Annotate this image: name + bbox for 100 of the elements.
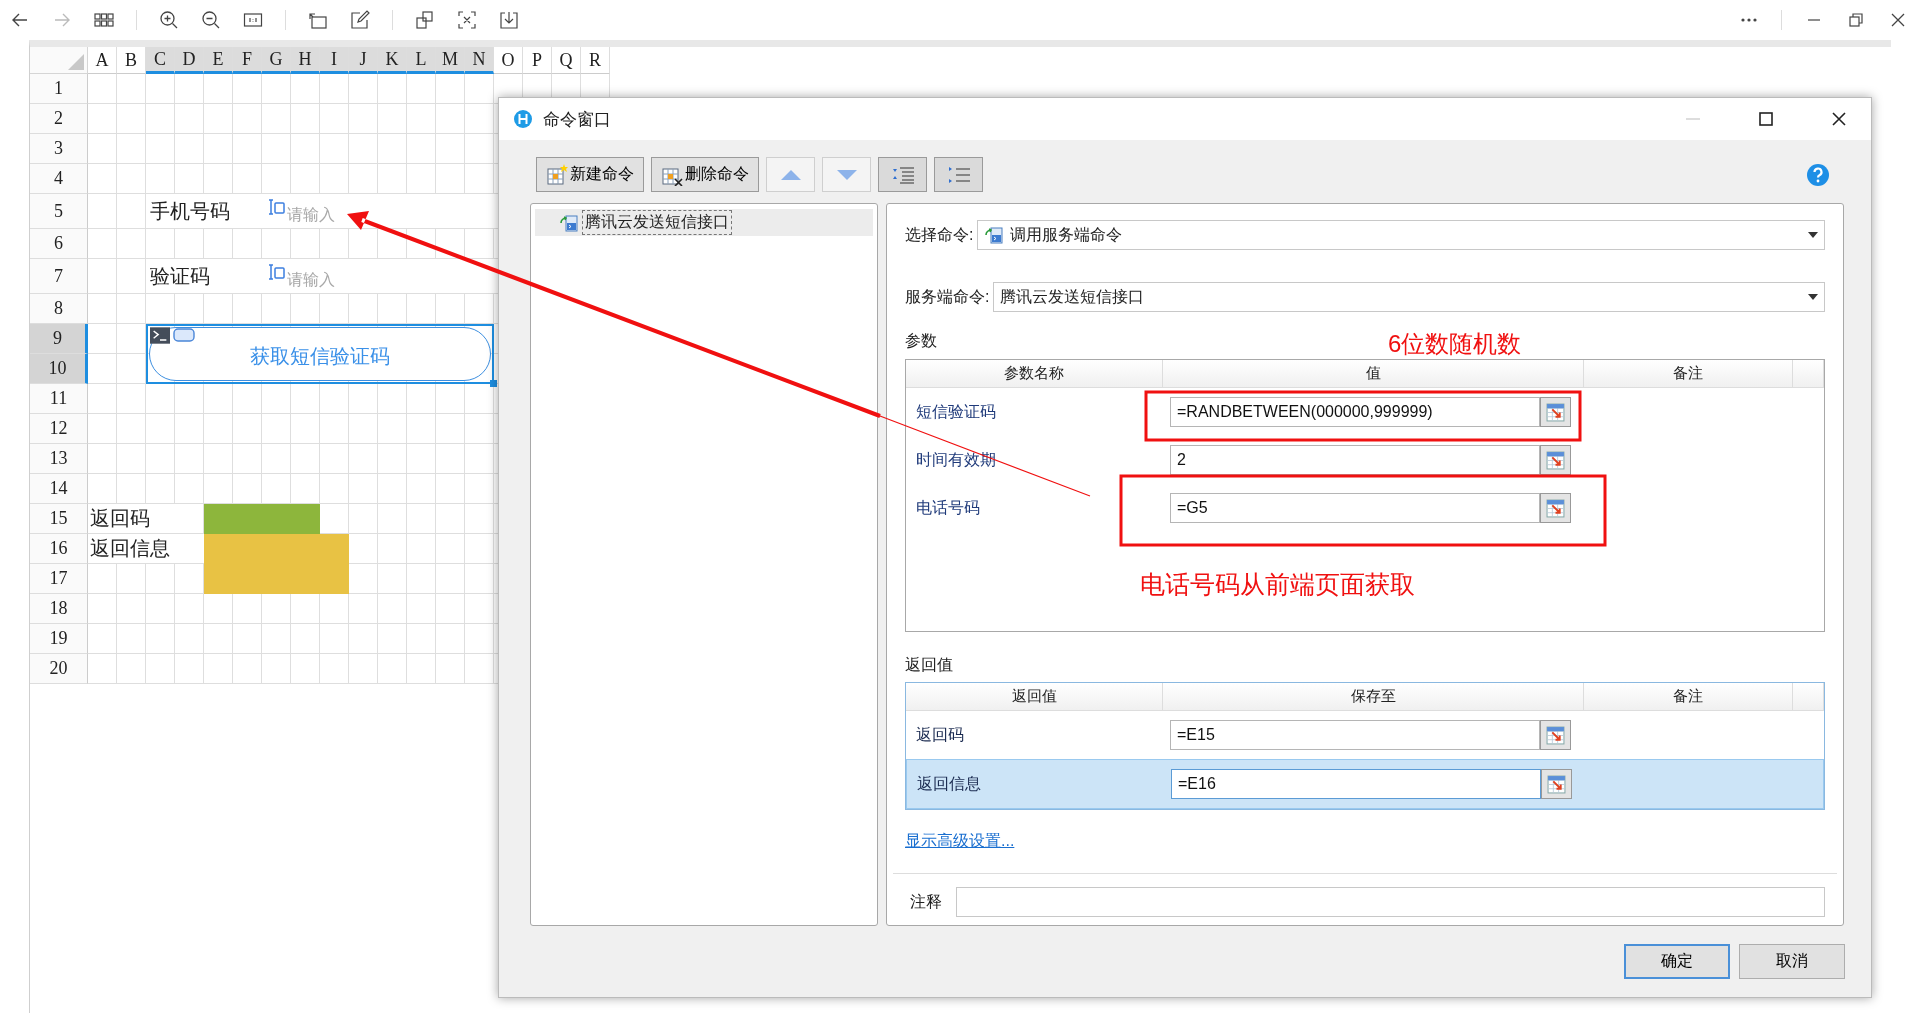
server-command-icon xyxy=(559,212,579,233)
row-header[interactable]: 8 xyxy=(30,294,88,324)
column-header[interactable]: M xyxy=(436,47,465,74)
row-header[interactable]: 16 xyxy=(30,534,88,564)
button-icon xyxy=(173,328,195,342)
column-header[interactable]: C xyxy=(146,47,175,74)
column-header: 保存至 xyxy=(1163,683,1584,710)
text-box-icon xyxy=(266,198,286,216)
list-icon xyxy=(946,165,971,184)
note-field[interactable] xyxy=(956,887,1825,917)
text-box-icon xyxy=(266,263,286,281)
return-name: 返回信息 xyxy=(916,773,982,794)
column-header[interactable]: E xyxy=(204,47,233,74)
server-command-dropdown[interactable]: 腾讯云发送短信接口 xyxy=(993,282,1825,312)
parameter-name: 短信验证码 xyxy=(915,401,997,422)
column-header[interactable]: R xyxy=(581,47,610,74)
cell-picker-button[interactable] xyxy=(1540,720,1571,750)
image-copy-icon[interactable] xyxy=(415,10,435,30)
cell-picker-button[interactable] xyxy=(1540,397,1571,427)
row-header[interactable]: 2 xyxy=(30,104,88,134)
row-header[interactable]: 11 xyxy=(30,384,88,414)
maximize-icon[interactable] xyxy=(1756,109,1776,129)
column-header[interactable]: B xyxy=(117,47,146,74)
row-header[interactable]: 13 xyxy=(30,444,88,474)
row-header[interactable]: 19 xyxy=(30,624,88,654)
value-field[interactable]: =E15 xyxy=(1170,720,1540,750)
advanced-settings-link[interactable]: 显示高级设置... xyxy=(905,832,1015,849)
return-name: 返回码 xyxy=(915,724,965,745)
grid-icon[interactable] xyxy=(94,10,114,30)
column-header[interactable]: I xyxy=(320,47,349,74)
cancel-button[interactable]: 取消 xyxy=(1739,944,1845,979)
column-header[interactable]: L xyxy=(407,47,436,74)
collapse-all-button[interactable] xyxy=(934,157,983,192)
rotate-icon[interactable] xyxy=(308,10,328,30)
restore-icon[interactable] xyxy=(1846,10,1866,30)
field-label: 选择命令: xyxy=(905,224,974,245)
value-field[interactable]: =RANDBETWEEN(000000,999999) xyxy=(1170,397,1540,427)
column-header: 备注 xyxy=(1584,683,1793,710)
row-header[interactable]: 5 xyxy=(30,194,88,229)
caret-icon xyxy=(1808,294,1818,300)
row-header[interactable]: 20 xyxy=(30,654,88,684)
column-header[interactable]: A xyxy=(88,47,117,74)
column-header[interactable]: O xyxy=(494,47,523,74)
column-header[interactable]: F xyxy=(233,47,262,74)
list-icon xyxy=(890,165,915,184)
download-icon[interactable] xyxy=(499,10,519,30)
server-command-icon xyxy=(984,225,1005,245)
help-icon[interactable] xyxy=(1806,162,1830,187)
row-header[interactable]: 18 xyxy=(30,594,88,624)
app-logo-icon xyxy=(513,109,533,129)
cell-picker-button[interactable] xyxy=(1540,493,1571,523)
delete-command-button[interactable]: 删除命令 xyxy=(651,157,759,192)
zoom-out-icon[interactable] xyxy=(201,10,221,30)
column-header: 备注 xyxy=(1584,360,1793,387)
row-header[interactable]: 17 xyxy=(30,564,88,594)
row-header[interactable]: 15 xyxy=(30,504,88,534)
column-header: 参数名称 xyxy=(906,360,1163,387)
column-header[interactable]: H xyxy=(291,47,320,74)
column-header[interactable]: J xyxy=(349,47,378,74)
edit-icon[interactable] xyxy=(350,10,370,30)
row-header[interactable]: 3 xyxy=(30,134,88,164)
cell-picker-button[interactable] xyxy=(1540,445,1571,475)
dialog-title: 命令窗口 xyxy=(543,108,611,131)
table-row[interactable]: 返回信息 =E16 xyxy=(906,759,1824,809)
new-table-icon xyxy=(546,163,568,186)
row-header[interactable]: 14 xyxy=(30,474,88,504)
command-tree-item[interactable]: 腾讯云发送短信接口 xyxy=(535,209,873,236)
expand-all-button[interactable] xyxy=(878,157,927,192)
column-header[interactable]: P xyxy=(523,47,552,74)
table-row[interactable]: 返回码 =E15 xyxy=(906,711,1824,759)
new-command-button[interactable]: 新建命令 xyxy=(536,157,644,192)
triangle-up-icon xyxy=(780,169,801,180)
ok-button[interactable]: 确定 xyxy=(1624,944,1730,979)
command-dropdown[interactable]: 调用服务端命令 xyxy=(977,220,1825,250)
annotation-text: 6位数随机数 xyxy=(1388,329,1522,359)
row-header[interactable]: 12 xyxy=(30,414,88,444)
terminal-icon xyxy=(150,327,170,344)
column-header[interactable]: Q xyxy=(552,47,581,74)
column-header: 值 xyxy=(1163,360,1584,387)
cell-picker-button[interactable] xyxy=(1541,769,1572,799)
value-field[interactable]: =G5 xyxy=(1170,493,1540,523)
row-header[interactable]: 4 xyxy=(30,164,88,194)
row-header[interactable]: 6 xyxy=(30,229,88,259)
value-field[interactable]: 2 xyxy=(1170,445,1540,475)
column-header[interactable]: D xyxy=(175,47,204,74)
crop-icon[interactable] xyxy=(457,10,477,30)
row-header[interactable]: 9 xyxy=(30,324,88,354)
row-header[interactable]: 10 xyxy=(30,354,88,384)
row-header[interactable]: 1 xyxy=(30,74,88,104)
section-label: 参数 xyxy=(905,331,937,351)
field-label: 服务端命令: xyxy=(905,286,990,307)
column-header[interactable]: G xyxy=(262,47,291,74)
column-header[interactable]: K xyxy=(378,47,407,74)
column-header[interactable]: N xyxy=(465,47,494,74)
zoom-in-icon[interactable] xyxy=(159,10,179,30)
resize-handle[interactable] xyxy=(490,380,497,387)
row-header[interactable]: 7 xyxy=(30,259,88,294)
cell-label: 返回信息 xyxy=(88,534,204,564)
actual-size-icon[interactable] xyxy=(243,10,263,30)
value-field[interactable]: =E16 xyxy=(1171,769,1541,799)
